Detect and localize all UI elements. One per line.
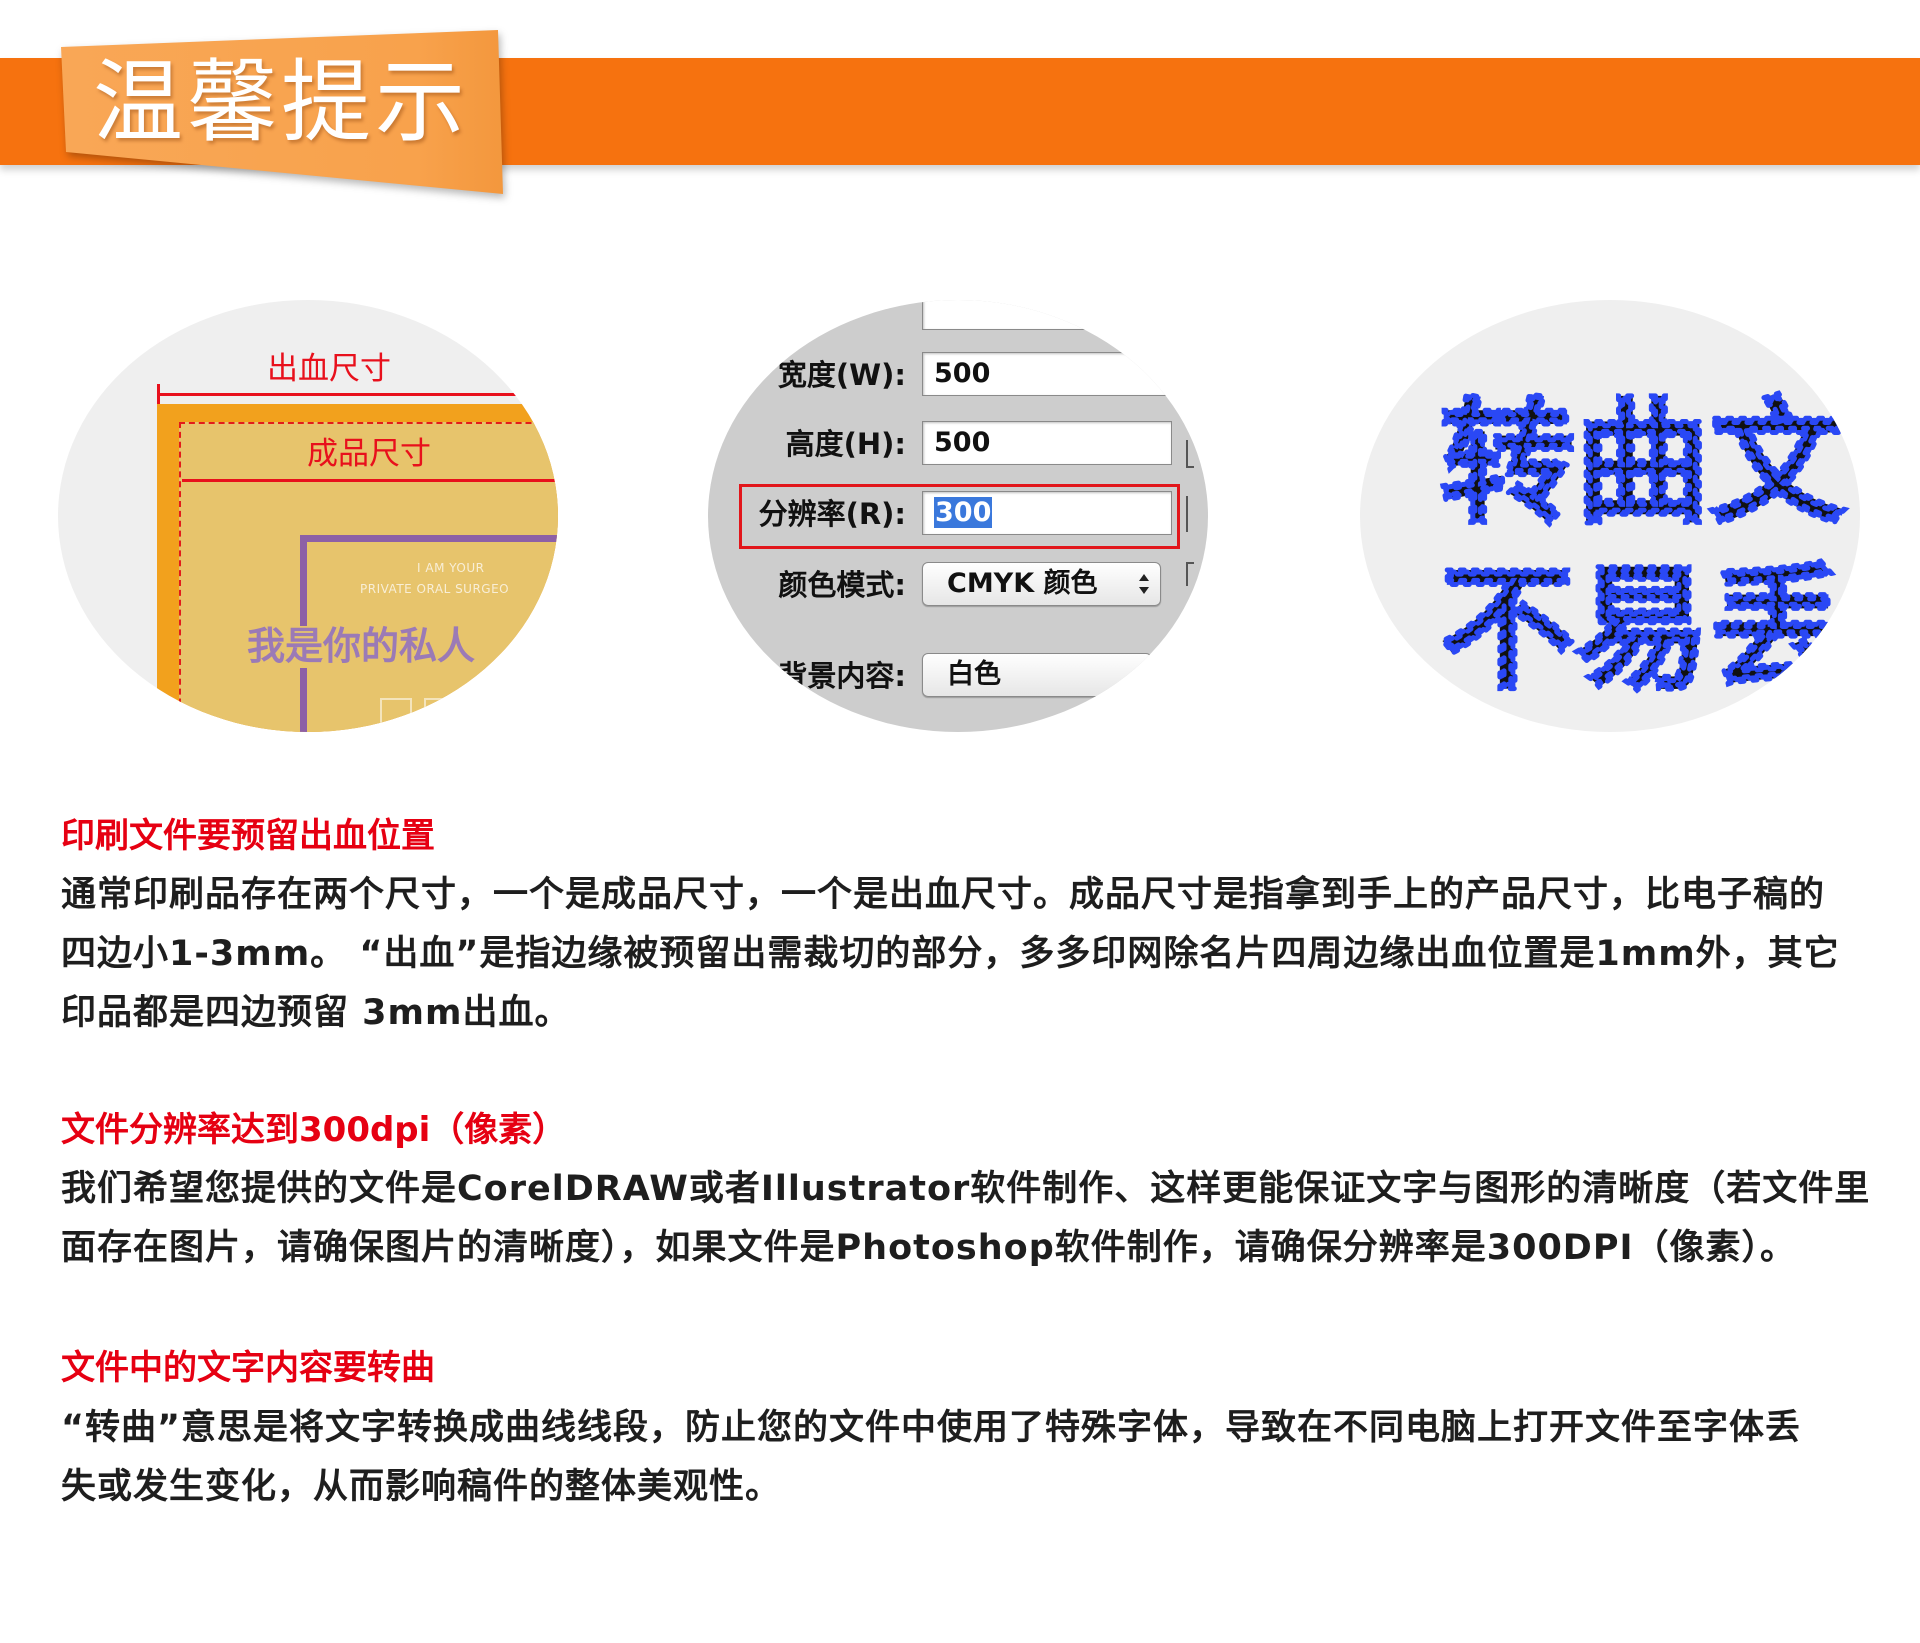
sample-text-en-2: PRIVATE ORAL SURGEO (360, 582, 510, 596)
resolution-dialog-illustration: 宽度(W): 500 高度(H): 500 分辨率(R): 300 颜色模式: … (708, 300, 1208, 732)
background-content-value: 白色 (947, 659, 1001, 690)
section-heading-resolution: 文件分辨率达到300dpi（像素） (61, 1110, 567, 1150)
outlined-text-line-2: 不易丢 (1440, 551, 1845, 708)
sample-box (380, 698, 412, 724)
width-field: 500 (922, 352, 1182, 396)
outlined-text-line-1: 转曲文 (1440, 385, 1845, 542)
sample-box (424, 698, 456, 724)
paragraph-line: 我们希望您提供的文件是CorelDRAW或者Illustrator软件制作、这样… (61, 1169, 1871, 1209)
paragraph-line: 失或发生变化，从而影响稿件的整体美观性。 (61, 1467, 782, 1507)
color-mode-select: CMYK 颜色 (922, 562, 1161, 606)
outlined-text-illustration: 转曲文 不易丢 (1360, 300, 1860, 732)
section-body-resolution: 我们希望您提供的文件是CorelDRAW或者Illustrator软件制作、这样… (61, 1160, 1870, 1278)
link-bracket-icon (1186, 496, 1194, 532)
dialog-partial-field (922, 300, 1182, 330)
bleed-dimension-line (157, 393, 537, 396)
link-bracket-icon (1186, 440, 1194, 468)
trim-dimension-line (182, 479, 558, 482)
section-heading-outline: 文件中的文字内容要转曲 (61, 1348, 435, 1388)
height-field: 500 (922, 421, 1172, 465)
resolution-highlight-box (739, 484, 1180, 549)
background-content-select: 白色 (922, 653, 1152, 697)
sample-text-en-1: I AM YOUR (417, 561, 485, 575)
paragraph-line: “转曲”意思是将文字转换成曲线线段，防止您的文件中使用了特殊字体，导致在不同电脑… (61, 1408, 1802, 1448)
link-bracket-icon (1186, 562, 1194, 586)
bleed-size-illustration: 出血尺寸 成品尺寸 I AM YOUR PRIVATE ORAL SURGEO … (58, 300, 558, 732)
background-content-label: 背景内容: (778, 659, 906, 693)
color-mode-label: 颜色模式: (778, 568, 906, 602)
outlined-text-svg: 转曲文 不易丢 (1438, 383, 1848, 711)
paragraph-line: 面存在图片，请确保图片的清晰度），如果文件是Photoshop软件制作，请确保分… (61, 1228, 1797, 1268)
height-label: 高度(H): (785, 427, 906, 461)
select-arrows-icon (1139, 574, 1149, 594)
section-body-outline: “转曲”意思是将文字转换成曲线线段，防止您的文件中使用了特殊字体，导致在不同电脑… (61, 1399, 1801, 1517)
paragraph-line: 印品都是四边预留 3mm出血。 (61, 993, 571, 1033)
section-heading-bleed: 印刷文件要预留出血位置 (61, 816, 435, 856)
paragraph-line: 通常印刷品存在两个尺寸，一个是成品尺寸，一个是出血尺寸。成品尺寸是指拿到手上的产… (61, 875, 1826, 915)
trim-size-label: 成品尺寸 (307, 436, 431, 472)
section-body-bleed: 通常印刷品存在两个尺寸，一个是成品尺寸，一个是出血尺寸。成品尺寸是指拿到手上的产… (61, 866, 1840, 1043)
bleed-size-label: 出血尺寸 (267, 351, 391, 387)
width-label: 宽度(W): (777, 358, 906, 392)
sample-text-cn: 我是你的私人 (245, 624, 478, 668)
color-mode-value: CMYK 颜色 (947, 568, 1098, 599)
paragraph-line: 四边小1-3mm。 “出血”是指边缘被预留出需裁切的部分，多多印网除名片四周边缘… (61, 934, 1840, 974)
page-title: 温馨提示 (93, 50, 469, 155)
